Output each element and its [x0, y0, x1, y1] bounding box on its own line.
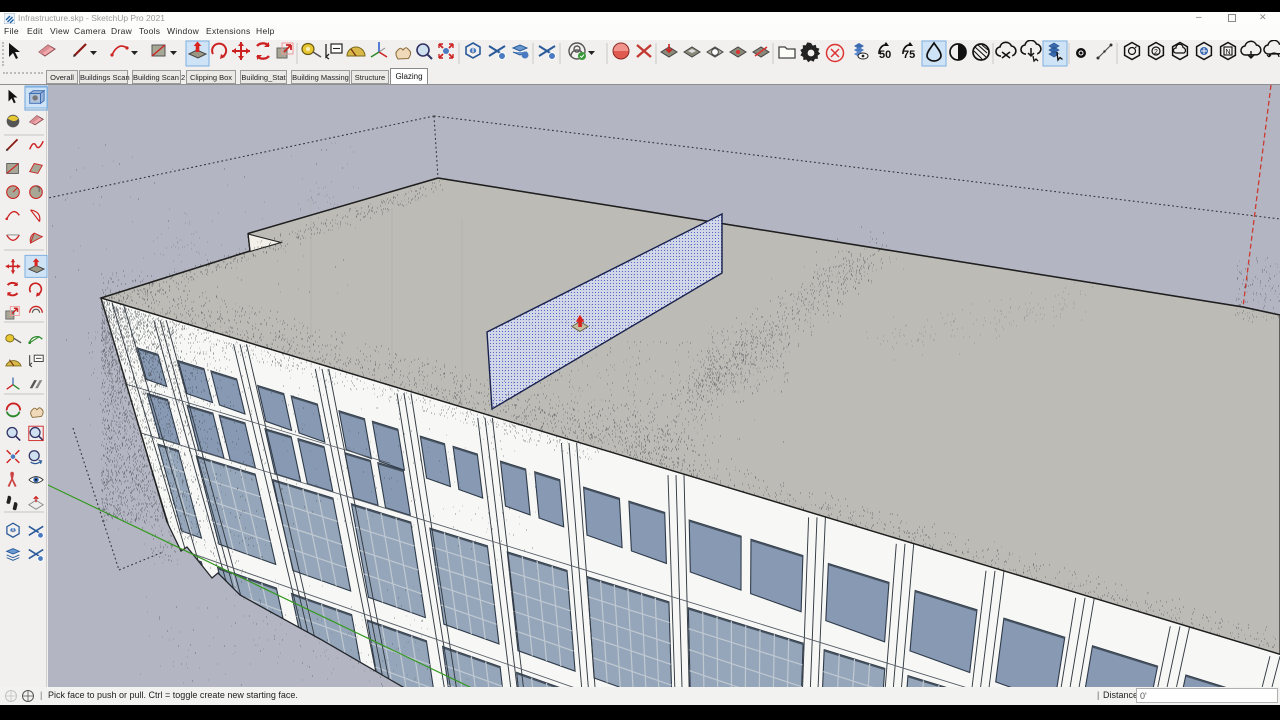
svg-text:50: 50: [879, 49, 891, 61]
svg-text:N: N: [1226, 49, 1231, 56]
svg-text:2: 2: [1154, 49, 1158, 56]
svg-text:75: 75: [903, 49, 915, 61]
